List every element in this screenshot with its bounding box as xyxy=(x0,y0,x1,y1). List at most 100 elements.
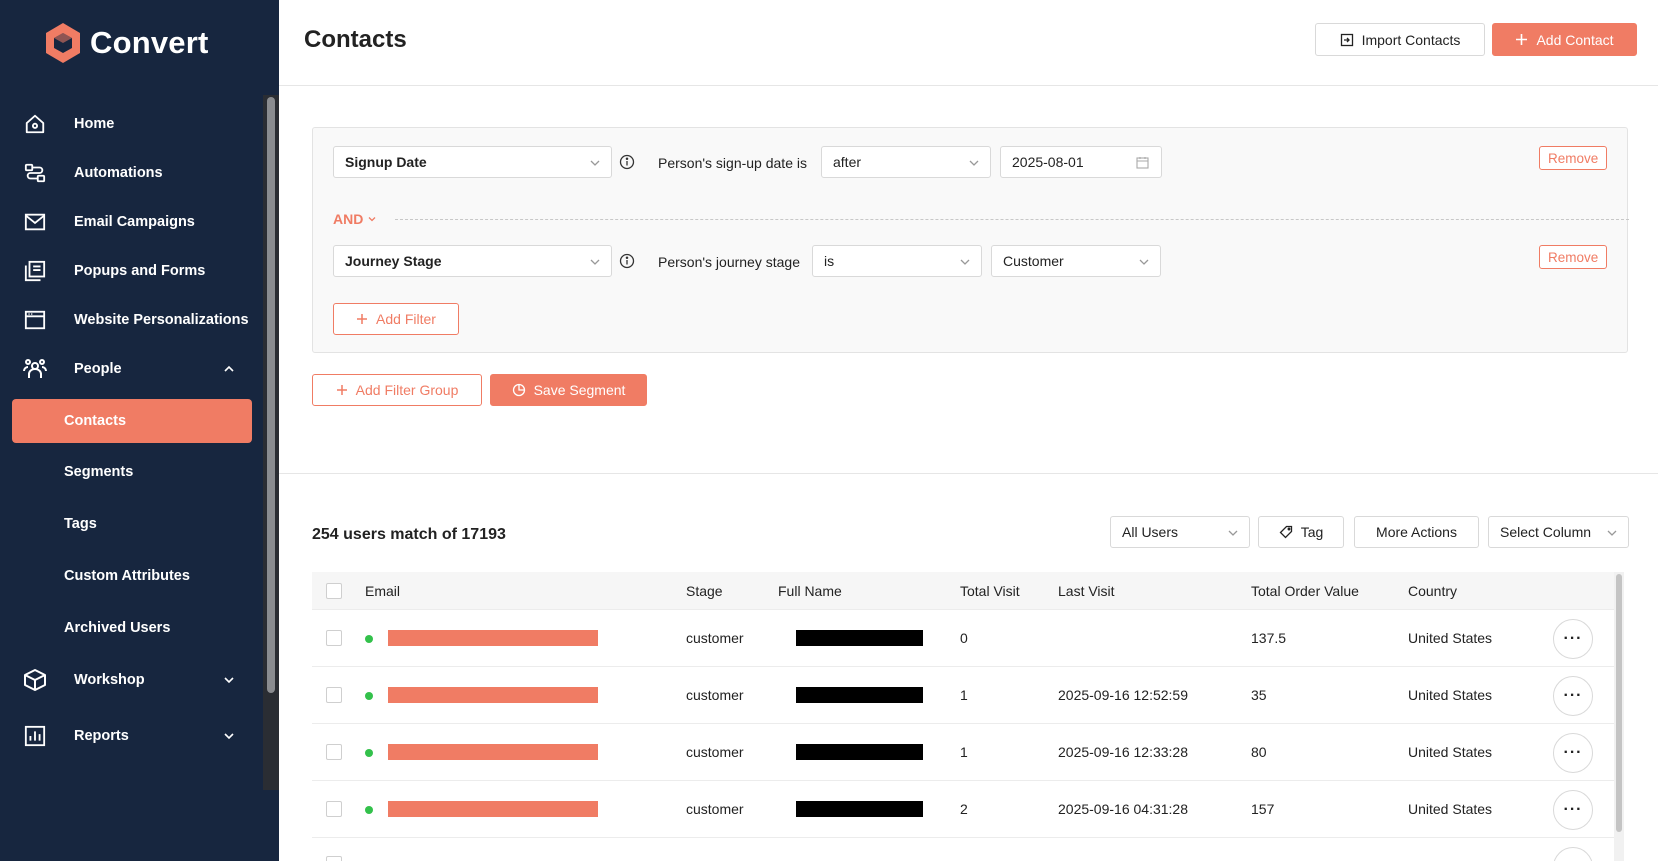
table-row[interactable] xyxy=(312,838,1615,861)
cell-total-order-value: 80 xyxy=(1251,744,1267,760)
row-more-button[interactable]: ··· xyxy=(1553,790,1593,830)
brand[interactable]: Convert xyxy=(44,22,209,64)
row-more-button[interactable]: ··· xyxy=(1553,733,1593,773)
sidebar-item-automations[interactable]: Automations xyxy=(12,151,252,195)
column-header-full-name[interactable]: Full Name xyxy=(778,583,842,599)
import-contacts-button[interactable]: Import Contacts xyxy=(1315,23,1485,56)
sidebar-item-reports[interactable]: Reports xyxy=(12,714,252,758)
filter-field-select[interactable]: Journey Stage xyxy=(333,245,612,277)
sidebar-item-archived-users[interactable]: Archived Users xyxy=(12,606,252,650)
select-column-select[interactable]: Select Column xyxy=(1488,516,1629,548)
sidebar-item-people[interactable]: People xyxy=(12,347,252,391)
info-icon[interactable] xyxy=(619,253,635,269)
table-scrollbar[interactable] xyxy=(1614,572,1624,861)
filter-operator-select[interactable]: after xyxy=(821,146,991,178)
row-checkbox[interactable] xyxy=(326,630,342,646)
email-redacted[interactable] xyxy=(388,801,598,817)
sidebar-item-email-campaigns[interactable]: Email Campaigns xyxy=(12,200,252,244)
table-row[interactable]: customer 1 2025-09-16 12:33:28 80 United… xyxy=(312,724,1615,781)
row-checkbox[interactable] xyxy=(326,856,342,861)
user-filter-select[interactable]: All Users xyxy=(1110,516,1250,548)
import-contacts-label: Import Contacts xyxy=(1361,31,1461,48)
chevron-down-icon xyxy=(1607,530,1617,536)
filter-field-select[interactable]: Signup Date xyxy=(333,146,612,178)
ellipsis-icon: ··· xyxy=(1563,687,1583,704)
column-header-email[interactable]: Email xyxy=(365,583,400,599)
cell-stage: customer xyxy=(686,744,744,760)
column-header-total-order-value[interactable]: Total Order Value xyxy=(1251,583,1359,599)
sidebar-item-popups-and-forms[interactable]: Popups and Forms xyxy=(12,249,252,293)
sidebar-item-tags[interactable]: Tags xyxy=(12,502,252,546)
email-redacted[interactable] xyxy=(388,630,598,646)
sidebar-scrollbar[interactable] xyxy=(263,95,279,790)
tag-button[interactable]: Tag xyxy=(1258,516,1344,548)
add-filter-group-button[interactable]: Add Filter Group xyxy=(312,374,482,406)
chevron-down-icon xyxy=(1139,259,1149,265)
sidebar-item-label: Home xyxy=(74,116,115,132)
row-checkbox[interactable] xyxy=(326,744,342,760)
add-filter-button[interactable]: Add Filter xyxy=(333,303,459,335)
filter-value-select[interactable]: Customer xyxy=(991,245,1161,277)
sidebar-item-website-personalizations[interactable]: Website Personalizations xyxy=(12,298,252,342)
sidebar-scrollbar-thumb[interactable] xyxy=(267,97,275,693)
user-filter-value: All Users xyxy=(1122,524,1179,540)
cell-total-order-value: 137.5 xyxy=(1251,630,1287,646)
convert-logo-icon xyxy=(46,23,80,63)
filter-group: Signup Date Person's sign-up date is aft… xyxy=(312,127,1629,353)
column-header-last-visit[interactable]: Last Visit xyxy=(1058,583,1115,599)
select-all-checkbox[interactable] xyxy=(326,583,342,599)
row-checkbox[interactable] xyxy=(326,801,342,817)
save-segment-button[interactable]: Save Segment xyxy=(490,374,647,406)
cell-last-visit: 2025-09-16 12:33:28 xyxy=(1058,744,1188,760)
more-actions-button[interactable]: More Actions xyxy=(1354,516,1479,548)
email-redacted[interactable] xyxy=(388,744,598,760)
add-contact-button[interactable]: Add Contact xyxy=(1492,23,1637,56)
filter-operator-select[interactable]: is xyxy=(812,245,982,277)
mail-icon xyxy=(22,209,48,235)
sidebar-item-label: Email Campaigns xyxy=(74,214,195,230)
sidebar-item-label: Reports xyxy=(74,728,129,744)
filter-date-input[interactable]: 2025-08-01 xyxy=(1000,146,1162,178)
table-row[interactable]: customer 0 137.5 United States ··· xyxy=(312,610,1615,667)
full-name-redacted xyxy=(796,687,923,703)
and-divider xyxy=(395,219,1629,220)
chevron-down-icon[interactable] xyxy=(222,729,236,743)
row-checkbox[interactable] xyxy=(326,687,342,703)
table-scrollbar-thumb[interactable] xyxy=(1616,574,1622,832)
row-more-button[interactable]: ··· xyxy=(1553,619,1593,659)
row-more-button[interactable] xyxy=(1553,847,1593,861)
cell-country: United States xyxy=(1408,801,1493,817)
email-redacted[interactable] xyxy=(388,687,598,703)
column-header-stage[interactable]: Stage xyxy=(686,583,723,599)
filter-date-value: 2025-08-01 xyxy=(1012,154,1084,170)
tag-icon xyxy=(1279,525,1292,539)
column-header-total-visit[interactable]: Total Visit xyxy=(960,583,1020,599)
sidebar-item-custom-attributes[interactable]: Custom Attributes xyxy=(12,554,252,598)
more-actions-label: More Actions xyxy=(1376,524,1457,540)
row-more-button[interactable]: ··· xyxy=(1553,676,1593,716)
people-icon xyxy=(22,356,48,382)
chevron-up-icon[interactable] xyxy=(222,362,236,376)
full-name-redacted xyxy=(796,801,923,817)
plus-icon xyxy=(357,314,368,324)
sidebar-item-home[interactable]: Home xyxy=(12,102,252,146)
status-dot xyxy=(365,635,373,643)
cell-country: United States xyxy=(1408,744,1493,760)
sidebar-item-workshop[interactable]: Workshop xyxy=(12,658,252,702)
chevron-down-icon[interactable] xyxy=(222,673,236,687)
ellipsis-icon: ··· xyxy=(1563,630,1583,647)
sidebar-item-contacts[interactable]: Contacts xyxy=(12,399,252,443)
column-header-country[interactable]: Country xyxy=(1408,583,1457,599)
remove-filter-button[interactable]: Remove xyxy=(1539,245,1608,269)
info-icon[interactable] xyxy=(619,154,635,170)
filter-value-value: Customer xyxy=(1003,253,1064,269)
table-row[interactable]: customer 2 2025-09-16 04:31:28 157 Unite… xyxy=(312,781,1615,838)
and-operator-toggle[interactable]: AND xyxy=(333,211,377,227)
plus-icon xyxy=(1516,34,1528,45)
page-title: Contacts xyxy=(304,26,407,53)
sidebar-item-segments[interactable]: Segments xyxy=(12,450,252,494)
add-filter-group-label: Add Filter Group xyxy=(355,382,459,398)
table-row[interactable]: customer 1 2025-09-16 12:52:59 35 United… xyxy=(312,667,1615,724)
filter-description: Person's journey stage xyxy=(658,254,800,270)
remove-filter-button[interactable]: Remove xyxy=(1539,146,1608,170)
